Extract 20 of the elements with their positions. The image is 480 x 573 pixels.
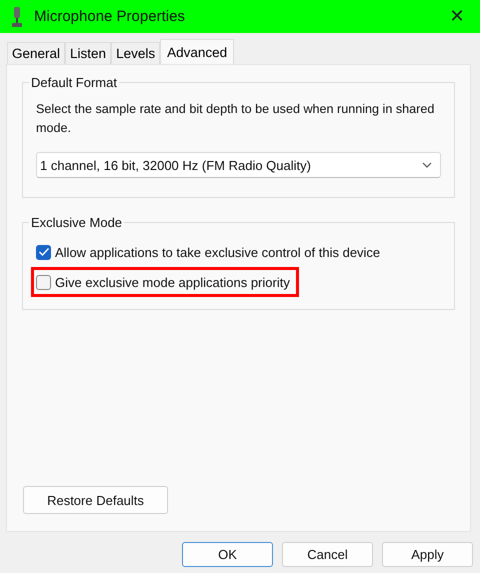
format-dropdown[interactable]: 1 channel, 16 bit, 32000 Hz (FM Radio Quality) (36, 152, 441, 178)
tab[interactable]: General (7, 42, 66, 64)
tab[interactable]: Listen (65, 42, 112, 64)
tab[interactable]: Advanced (160, 39, 234, 64)
chevron-down-icon (422, 162, 432, 168)
dialog-button[interactable]: Apply (382, 542, 473, 567)
dialog-button[interactable]: Cancel (282, 542, 373, 567)
dialog-button[interactable]: OK (182, 542, 273, 567)
close-button[interactable]: ✕ (434, 0, 480, 33)
checkbox[interactable] (36, 244, 51, 260)
checkbox-label: Give exclusive mode applications priority (55, 274, 290, 290)
microphone-icon (11, 6, 23, 26)
checkbox-label: Allow applications to take exclusive control of this device (55, 244, 380, 260)
group-title: Default Format (30, 75, 118, 90)
tab[interactable]: Levels (111, 42, 160, 64)
checkbox[interactable] (36, 274, 51, 290)
group-title: Exclusive Mode (30, 215, 124, 230)
description-text: Select the sample rate and bit depth to be used when running in shared mode. (36, 101, 436, 137)
restore-defaults-button[interactable]: Restore Defaults (23, 486, 168, 514)
window-title: Microphone Properties (34, 8, 186, 25)
